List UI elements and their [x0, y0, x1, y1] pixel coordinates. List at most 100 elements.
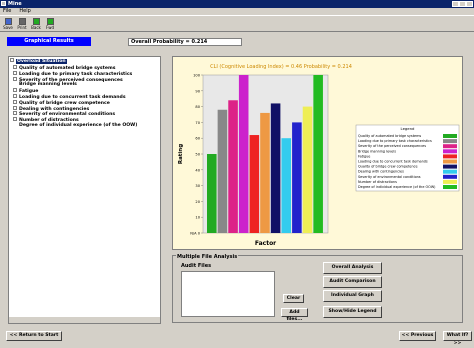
legend-label: Severity of environmental conditions	[358, 175, 421, 179]
overall-analysis-button[interactable]: Overall Analysis	[323, 262, 382, 274]
expand-icon[interactable]	[13, 88, 17, 93]
minimize-button[interactable]	[452, 1, 459, 7]
chart-bar	[249, 135, 260, 233]
overall-probability-field: Overall Probability = 0.214	[128, 38, 242, 46]
app-icon	[1, 1, 6, 6]
tree-item-label: Bridge manning levels	[19, 82, 77, 88]
factor-tree[interactable]: Overload Situation Quality of automated …	[8, 56, 161, 324]
back-icon	[32, 18, 40, 25]
tree-item[interactable]: Degree of individual experience (of the …	[19, 123, 137, 129]
chart-title: CLI (Cognitive Loading Index) = 0.46 Pro…	[210, 64, 352, 70]
y-tick-label: 60	[195, 137, 200, 141]
tree-root-label: Overload Situation	[16, 59, 67, 64]
legend-swatch	[443, 154, 457, 159]
expand-icon[interactable]	[13, 117, 17, 122]
expand-icon[interactable]	[13, 70, 17, 75]
add-files-button[interactable]: Add files...	[281, 308, 308, 322]
y-tick-label: 70	[195, 121, 200, 125]
multiple-file-analysis-title: Multiple File Analysis	[176, 254, 239, 260]
toolbar: Save Print Back Fwd	[0, 15, 474, 32]
individual-graph-button[interactable]: Individual Graph	[323, 290, 382, 302]
legend-label: Bridge manning levels	[358, 149, 396, 153]
forward-icon	[46, 18, 54, 25]
y-tick-label: 20	[195, 200, 200, 204]
menu-file[interactable]: File	[3, 8, 11, 14]
legend-swatch	[443, 139, 457, 144]
legend-swatch	[443, 144, 457, 149]
legend-swatch	[443, 179, 457, 184]
chart-panel: CLI (Cognitive Loading Index) = 0.46 Pro…	[172, 56, 463, 250]
legend-label: Number of distractions	[358, 180, 397, 184]
chart-bar	[281, 138, 292, 233]
legend-label: Quality of automated bridge systems	[358, 134, 421, 138]
save-label: Save	[3, 25, 13, 30]
graphical-results-button[interactable]: Graphical Results	[7, 37, 91, 46]
y-tick-label: 10	[195, 216, 200, 220]
audit-comparison-button[interactable]: Audit Comparison	[323, 276, 382, 288]
return-to-start-button[interactable]: << Return to Start	[6, 331, 62, 341]
legend-label: Severity of the perceived consequences	[358, 144, 426, 148]
bar-chart: CLI (Cognitive Loading Index) = 0.46 Pro…	[178, 64, 460, 247]
chart-bar	[217, 109, 228, 233]
expand-icon[interactable]	[13, 94, 17, 98]
legend-label: Fatigue	[358, 154, 370, 158]
y-tick-label: 80	[195, 105, 200, 109]
forward-label: Fwd	[45, 25, 55, 30]
legend-swatch	[443, 149, 457, 154]
legend-swatch	[443, 164, 457, 169]
collapse-icon[interactable]	[10, 58, 14, 62]
print-label: Print	[17, 25, 27, 30]
legend-swatch	[443, 169, 457, 174]
expand-icon[interactable]	[13, 111, 17, 116]
chart-bar	[260, 112, 270, 233]
y-tick-label: 30	[195, 184, 200, 188]
expand-icon[interactable]	[13, 99, 17, 104]
save-icon	[4, 18, 12, 25]
window-title: Mine	[8, 1, 22, 7]
legend-label: Dealing with contingencies	[358, 170, 404, 174]
previous-button[interactable]: << Previous	[399, 331, 436, 341]
menu-bar: File Help	[0, 8, 474, 15]
tree-item-label: Degree of individual experience (of the …	[19, 123, 138, 128]
audit-files-list[interactable]	[181, 271, 275, 317]
back-label: Back	[31, 25, 41, 30]
legend-label: Degree of individual experience (of the …	[358, 185, 436, 189]
chart-bar	[313, 75, 323, 233]
legend-label: Quality of bridge crew competence	[358, 165, 418, 169]
legend-swatch	[443, 185, 457, 189]
maximize-button[interactable]	[459, 1, 466, 7]
y-axis-label: Rating	[178, 144, 184, 164]
chart-bar	[270, 103, 281, 233]
what-if-button[interactable]: What If? >>	[443, 331, 472, 346]
title-bar: Mine	[0, 0, 474, 8]
forward-button[interactable]: Fwd	[44, 17, 56, 31]
y-tick-label: 40	[195, 168, 200, 172]
chart-bar	[228, 100, 238, 233]
back-button[interactable]: Back	[30, 17, 42, 31]
expand-icon[interactable]	[13, 76, 17, 81]
y-tick-label: 50	[195, 153, 200, 157]
expand-icon[interactable]	[13, 105, 17, 110]
x-axis-label: Factor	[255, 240, 276, 247]
tree-root[interactable]: Overload Situation	[10, 58, 67, 64]
y-tick-label: 100	[193, 74, 201, 78]
close-button[interactable]	[466, 1, 473, 7]
audit-files-label: Audit Files	[181, 263, 212, 269]
print-icon	[18, 18, 26, 25]
legend-label: Loading due to concurrent task demands	[358, 160, 428, 164]
legend-title: Legend	[401, 126, 416, 131]
menu-help[interactable]: Help	[19, 8, 30, 14]
expand-icon[interactable]	[13, 65, 17, 69]
clear-button[interactable]: Clear	[283, 294, 304, 303]
chart-bar	[238, 75, 249, 233]
chart-bar	[302, 106, 313, 233]
horizontal-scrollbar[interactable]	[9, 317, 160, 323]
print-button[interactable]: Print	[16, 17, 28, 31]
y-tick-label: N/A 0	[190, 232, 200, 236]
y-tick-label: 90	[195, 89, 200, 93]
chart-bar	[292, 122, 302, 233]
save-button[interactable]: Save	[2, 17, 14, 31]
legend-swatch	[443, 134, 457, 138]
show-hide-legend-button[interactable]: Show/Hide Legend	[323, 306, 382, 318]
legend-swatch	[443, 159, 457, 164]
